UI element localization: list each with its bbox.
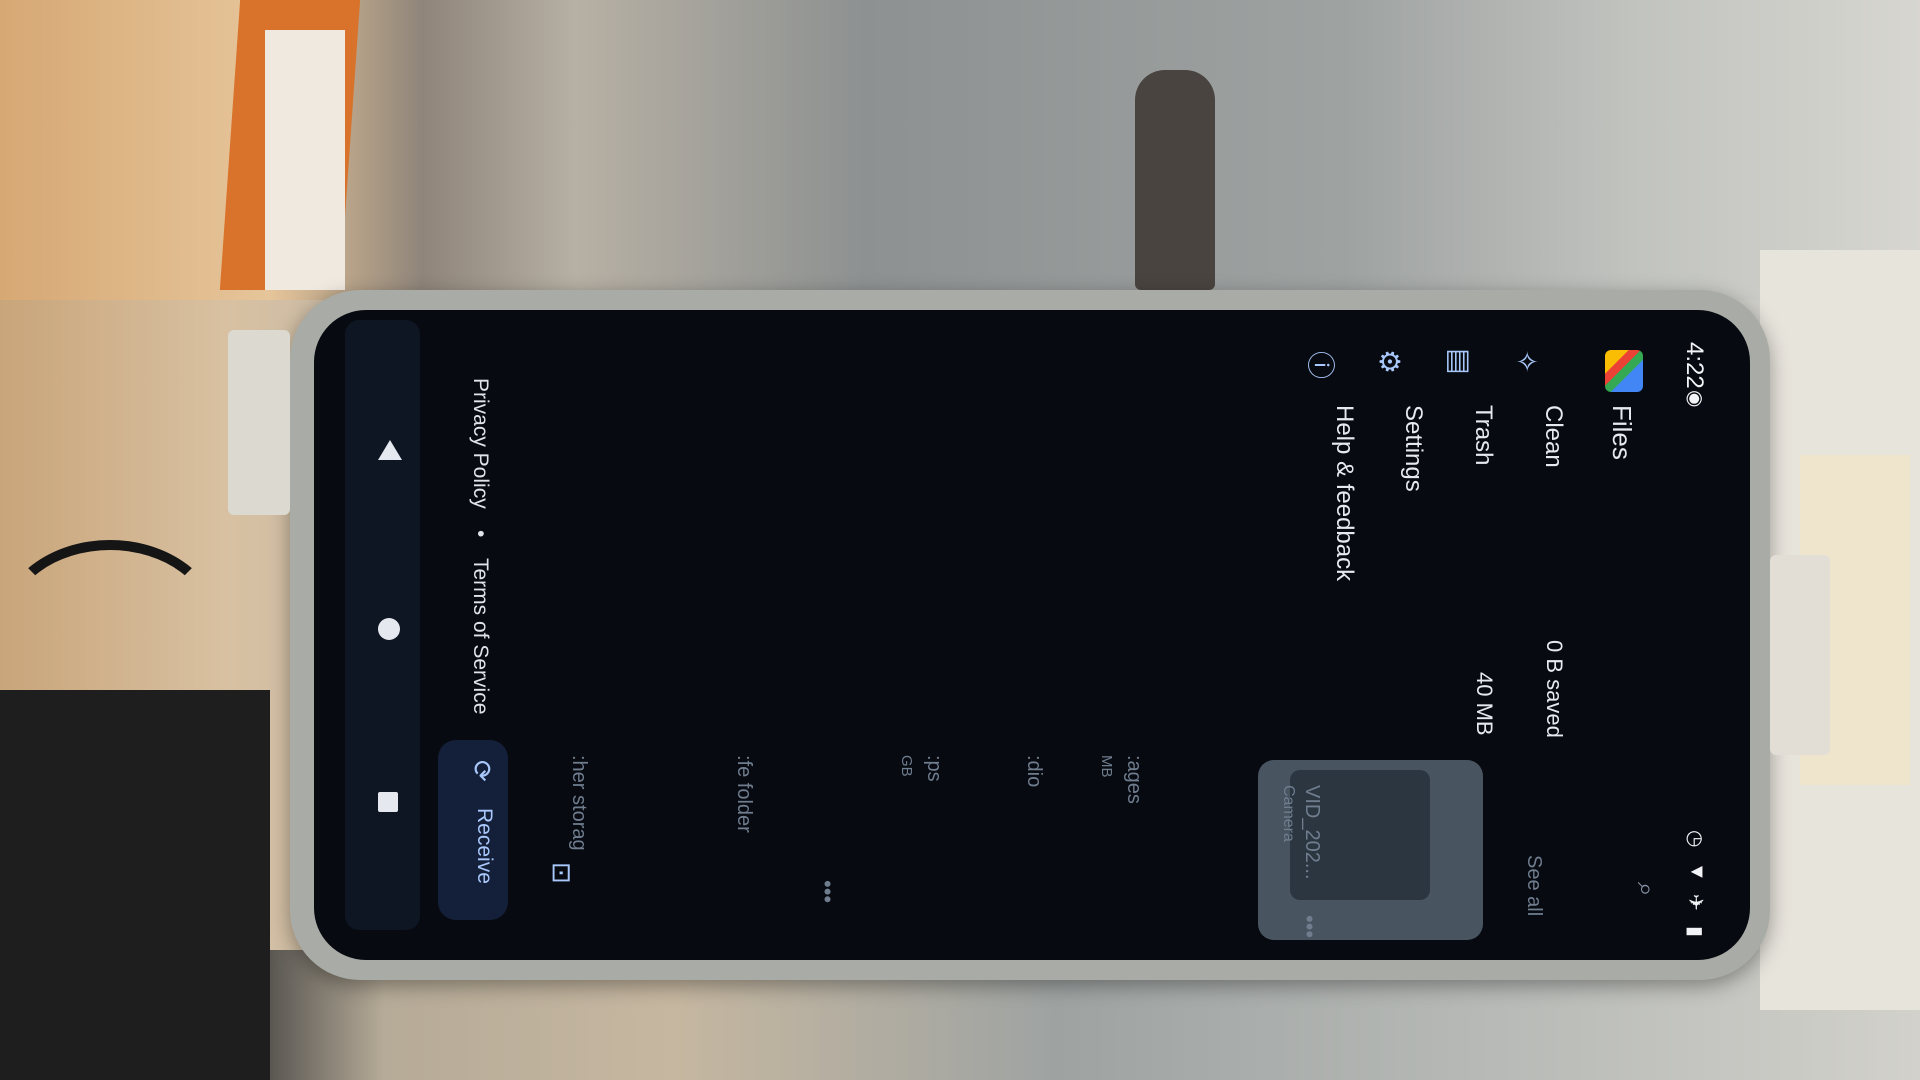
other-storage-label: :her storag bbox=[568, 755, 590, 851]
menu-item-clean-label: Clean bbox=[1540, 405, 1567, 468]
home-button[interactable] bbox=[378, 618, 400, 640]
category-images-label: :ages bbox=[1123, 755, 1145, 804]
notification-icon: ◉ bbox=[1684, 390, 1706, 408]
sparkle-icon: ✧ bbox=[1511, 349, 1543, 374]
airplane-icon: ✈ bbox=[1684, 894, 1706, 911]
help-icon: ⓘ bbox=[1305, 350, 1337, 380]
menu-item-settings-label: Settings bbox=[1400, 405, 1427, 492]
see-all-link[interactable]: See all bbox=[1522, 855, 1545, 916]
status-time: 4:22 bbox=[1681, 342, 1708, 389]
scan-icon[interactable]: ⊡ bbox=[546, 862, 577, 884]
alarm-icon: ◷ bbox=[1684, 830, 1706, 848]
menu-item-trash-label: Trash bbox=[1470, 405, 1497, 466]
recents-button[interactable] bbox=[378, 792, 398, 812]
recent-file-name: VID_202... bbox=[1301, 785, 1323, 880]
gear-icon: ⚙ bbox=[1374, 348, 1406, 375]
receive-label: Receive bbox=[473, 808, 496, 884]
trash-icon: ▤ bbox=[1444, 348, 1476, 375]
files-logo-icon bbox=[1605, 350, 1643, 392]
category-audio-label: :dio bbox=[1023, 755, 1045, 788]
background-figure bbox=[1135, 70, 1215, 290]
privacy-policy-link[interactable]: Privacy Policy bbox=[468, 378, 492, 509]
background-paper bbox=[265, 30, 345, 290]
background-dark-object bbox=[0, 690, 270, 1080]
category-apps-size: GB bbox=[898, 755, 915, 777]
phone-clip-right bbox=[1770, 555, 1830, 755]
back-button[interactable] bbox=[378, 440, 402, 460]
category-images-size: MB bbox=[1098, 755, 1115, 778]
menu-item-help-label: Help & feedback bbox=[1331, 405, 1358, 582]
clean-saved-value: 0 B saved bbox=[1542, 640, 1567, 738]
drawer-app-title: Files bbox=[1607, 405, 1637, 460]
recent-file-source: Camera bbox=[1280, 785, 1297, 842]
wifi-icon: ▼ bbox=[1686, 862, 1708, 882]
more-options-icon[interactable]: ••• bbox=[1296, 915, 1322, 938]
battery-icon: ▮ bbox=[1684, 926, 1706, 938]
more-options-icon[interactable]: ••• bbox=[814, 880, 840, 903]
background-cable bbox=[0, 540, 220, 710]
receive-icon: ⟳ bbox=[467, 760, 497, 782]
search-icon[interactable]: ⌕ bbox=[1630, 882, 1662, 897]
phone-clip-left bbox=[228, 330, 290, 515]
trash-size-value: 40 MB bbox=[1472, 672, 1497, 736]
terms-of-service-link[interactable]: Terms of Service bbox=[468, 558, 492, 714]
category-apps-label: :ps bbox=[923, 755, 945, 782]
footer-separator: • bbox=[469, 530, 492, 538]
safe-folder-label: :fe folder bbox=[733, 755, 755, 833]
